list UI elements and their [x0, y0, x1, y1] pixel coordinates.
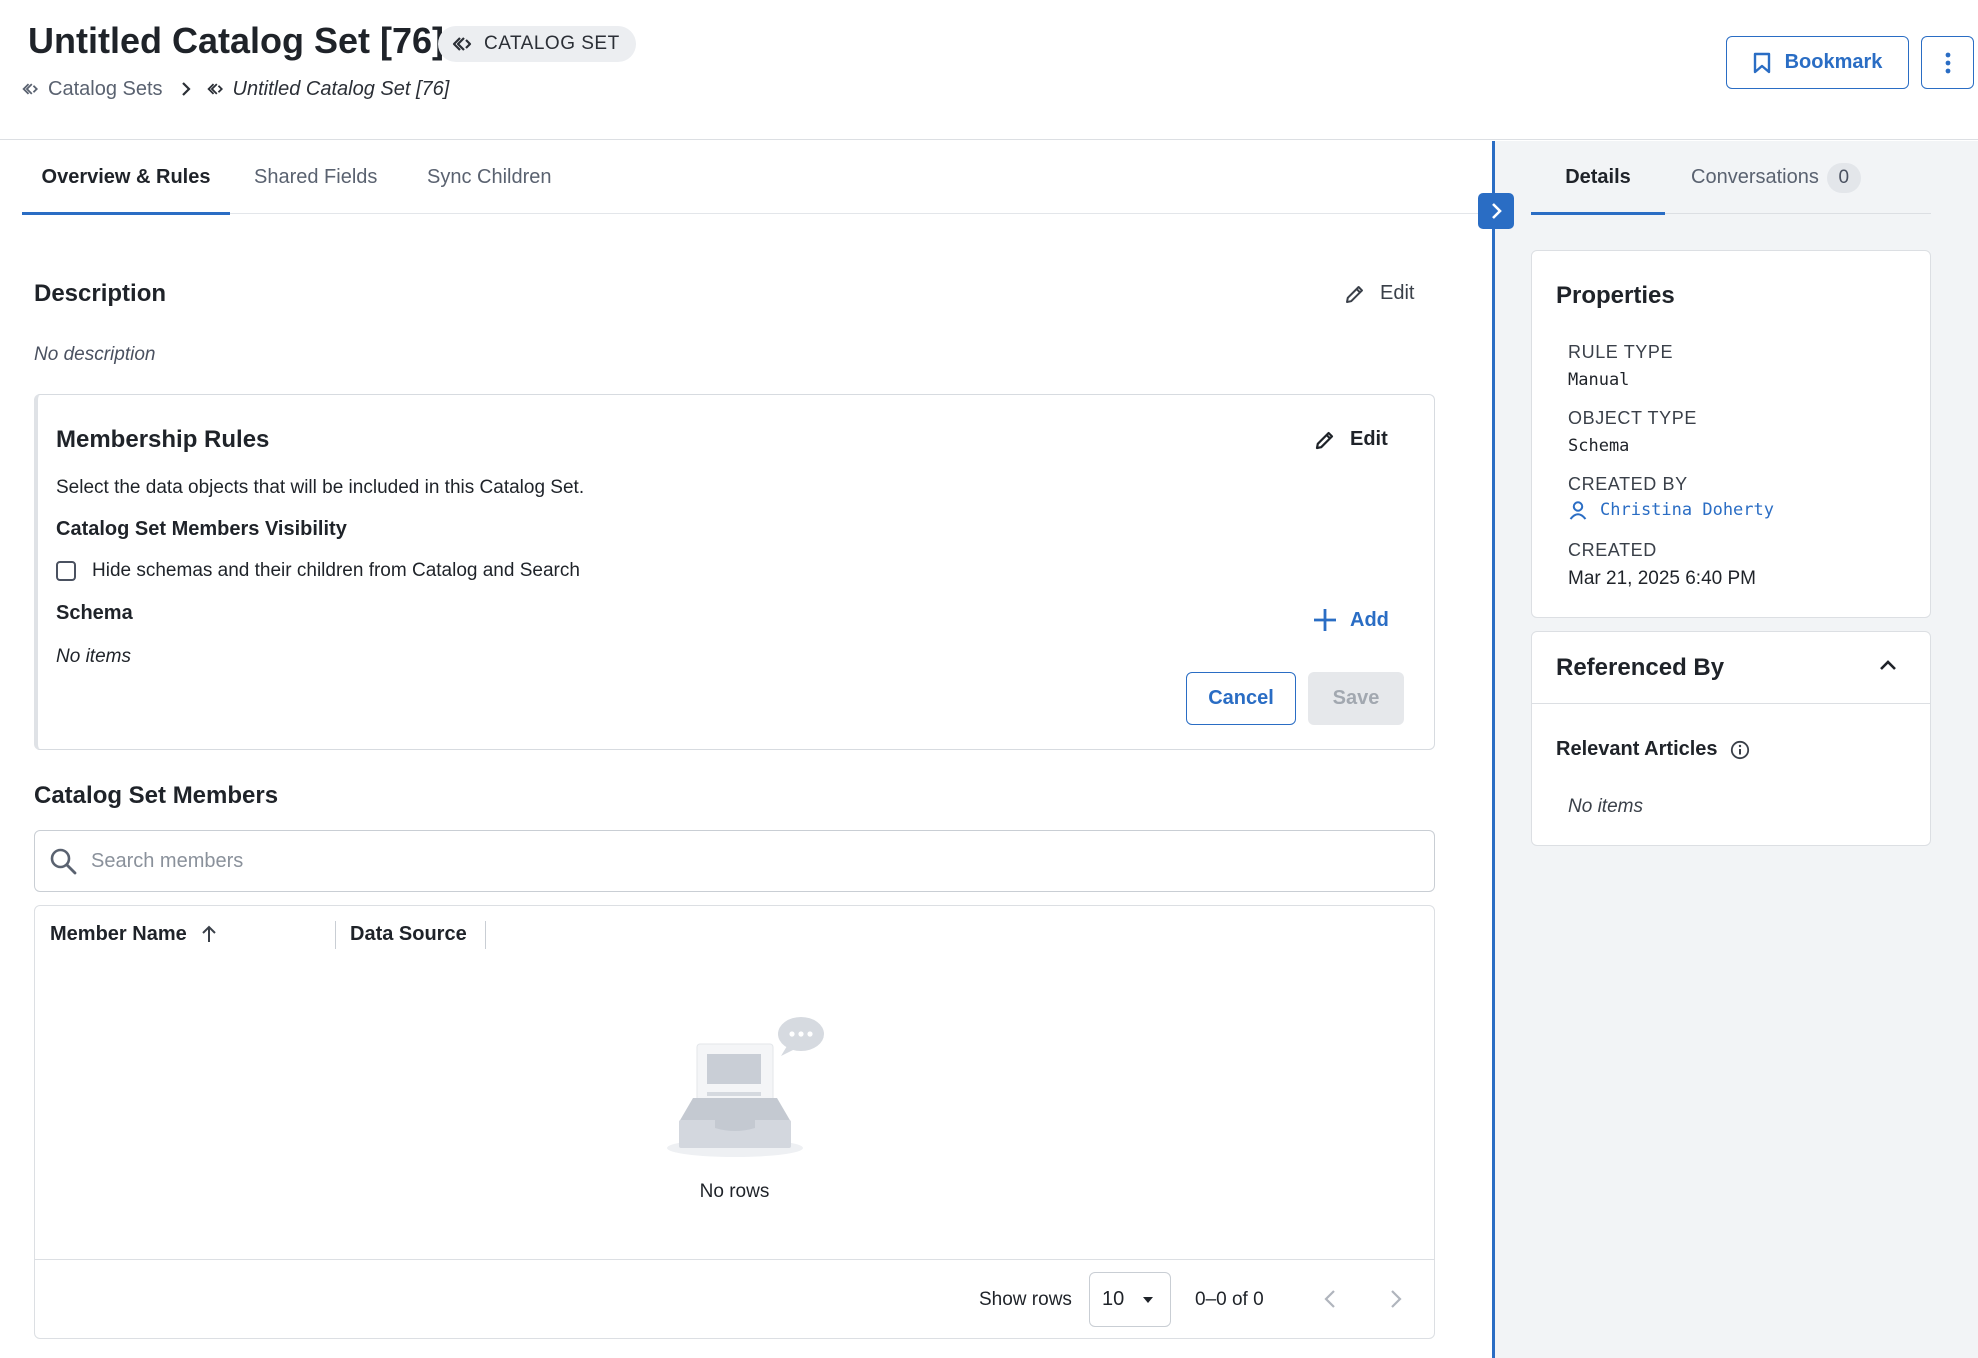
- tab-conversations[interactable]: Conversations 0: [1691, 141, 1861, 214]
- pencil-icon: [1314, 429, 1336, 451]
- plus-icon: [1312, 607, 1338, 633]
- schema-empty-text: No items: [56, 646, 131, 667]
- chevron-right-icon: [181, 81, 191, 97]
- hide-schemas-label: Hide schemas and their children from Cat…: [92, 560, 580, 581]
- breadcrumb: Catalog Sets Untitled Catalog Set [76]: [22, 76, 449, 102]
- table-pagination: Show rows 10 0–0 of 0: [35, 1259, 1434, 1338]
- main-tabs: Overview & Rules Shared Fields Sync Chil…: [22, 141, 1492, 215]
- info-icon[interactable]: [1730, 740, 1750, 760]
- breadcrumb-current: Untitled Catalog Set [76]: [206, 77, 450, 101]
- description-value: No description: [34, 344, 156, 365]
- relevant-articles-heading: Relevant Articles: [1556, 738, 1750, 761]
- add-schema-button[interactable]: Add: [1312, 607, 1389, 633]
- membership-rules-edit-label: Edit: [1350, 428, 1388, 450]
- chevron-up-icon[interactable]: [1878, 658, 1898, 672]
- created-by-value: Christina Doherty: [1600, 500, 1774, 520]
- user-icon: [1568, 500, 1588, 520]
- description-edit-button[interactable]: Edit: [1344, 282, 1414, 305]
- more-actions-button[interactable]: [1921, 36, 1974, 89]
- column-resize-handle[interactable]: [335, 921, 336, 949]
- panel-collapse-toggle[interactable]: [1478, 193, 1514, 229]
- bookmark-label: Bookmark: [1784, 51, 1883, 73]
- members-empty-text: No rows: [699, 1181, 770, 1202]
- catalog-set-icon: [22, 82, 40, 96]
- column-header-member-name[interactable]: Member Name: [50, 906, 217, 962]
- hide-schemas-checkbox[interactable]: [56, 561, 76, 581]
- members-search-input[interactable]: [91, 849, 1391, 873]
- show-rows-label: Show rows: [979, 1289, 1072, 1310]
- save-button[interactable]: Save: [1308, 672, 1404, 725]
- relevant-articles-empty-text: No items: [1568, 796, 1643, 817]
- side-panel-tabs: Details Conversations 0: [1531, 141, 1931, 215]
- members-table: Member Name Data Source No rows Show row…: [34, 905, 1435, 1339]
- pencil-icon: [1344, 283, 1366, 305]
- schema-title: Schema: [56, 602, 133, 624]
- rule-type-value: Manual: [1568, 370, 1630, 390]
- sort-ascending-icon: [201, 924, 217, 944]
- properties-title: Properties: [1556, 282, 1675, 309]
- chevron-right-icon: [1490, 202, 1502, 220]
- visibility-title: Catalog Set Members Visibility: [56, 518, 347, 540]
- bookmark-icon: [1753, 52, 1771, 74]
- empty-inbox-icon: [665, 1014, 825, 1164]
- breadcrumb-parent[interactable]: Catalog Sets: [22, 78, 163, 101]
- tab-sync-children[interactable]: Sync Children: [427, 141, 552, 214]
- created-by-link[interactable]: Christina Doherty: [1568, 500, 1774, 520]
- hide-schemas-option: Hide schemas and their children from Cat…: [56, 560, 580, 582]
- next-page-button[interactable]: [1389, 1288, 1403, 1310]
- referenced-by-title: Referenced By: [1556, 654, 1725, 681]
- membership-rules-edit-button[interactable]: Edit: [1314, 428, 1388, 451]
- catalog-set-icon: [452, 36, 474, 52]
- tab-conversations-label: Conversations: [1691, 166, 1819, 188]
- column-header-data-source[interactable]: Data Source: [350, 906, 467, 962]
- pagination-range: 0–0 of 0: [1195, 1289, 1264, 1310]
- relevant-articles-label: Relevant Articles: [1556, 738, 1718, 760]
- prev-page-button[interactable]: [1323, 1288, 1337, 1310]
- tab-details[interactable]: Details: [1531, 141, 1665, 215]
- description-title: Description: [34, 280, 167, 307]
- caret-down-icon: [1142, 1296, 1154, 1304]
- conversations-count-badge: 0: [1826, 162, 1861, 193]
- object-type-value: Schema: [1568, 436, 1630, 456]
- more-vertical-icon: [1945, 52, 1951, 74]
- breadcrumb-current-label: Untitled Catalog Set [76]: [232, 77, 450, 100]
- rows-per-page-value: 10: [1102, 1288, 1125, 1310]
- column-resize-handle[interactable]: [485, 921, 486, 949]
- type-badge: CATALOG SET: [438, 26, 636, 62]
- chevron-right-icon: [1389, 1288, 1403, 1310]
- membership-rules-title: Membership Rules: [56, 426, 270, 453]
- chevron-left-icon: [1323, 1288, 1337, 1310]
- type-badge-label: CATALOG SET: [484, 33, 620, 54]
- rule-type-label: RULE TYPE: [1568, 342, 1674, 362]
- catalog-set-icon: [206, 82, 225, 96]
- rows-per-page-select[interactable]: 10: [1089, 1272, 1171, 1327]
- bookmark-button[interactable]: Bookmark: [1726, 36, 1909, 89]
- description-edit-label: Edit: [1380, 282, 1415, 304]
- add-schema-label: Add: [1350, 608, 1389, 631]
- page-title: Untitled Catalog Set [76]: [28, 20, 445, 61]
- members-search-box: [34, 830, 1435, 892]
- column-header-member-name-label: Member Name: [50, 922, 187, 945]
- membership-rules-intro: Select the data objects that will be inc…: [56, 477, 585, 498]
- search-icon: [49, 847, 77, 875]
- tab-overview-rules[interactable]: Overview & Rules: [22, 141, 230, 215]
- tab-shared-fields[interactable]: Shared Fields: [254, 141, 377, 214]
- breadcrumb-parent-label: Catalog Sets: [48, 77, 163, 100]
- created-label: CREATED: [1568, 540, 1657, 560]
- members-title: Catalog Set Members: [34, 782, 279, 809]
- created-value: Mar 21, 2025 6:40 PM: [1568, 568, 1756, 589]
- created-by-label: CREATED BY: [1568, 474, 1688, 494]
- cancel-button[interactable]: Cancel: [1186, 672, 1296, 725]
- object-type-label: OBJECT TYPE: [1568, 408, 1697, 428]
